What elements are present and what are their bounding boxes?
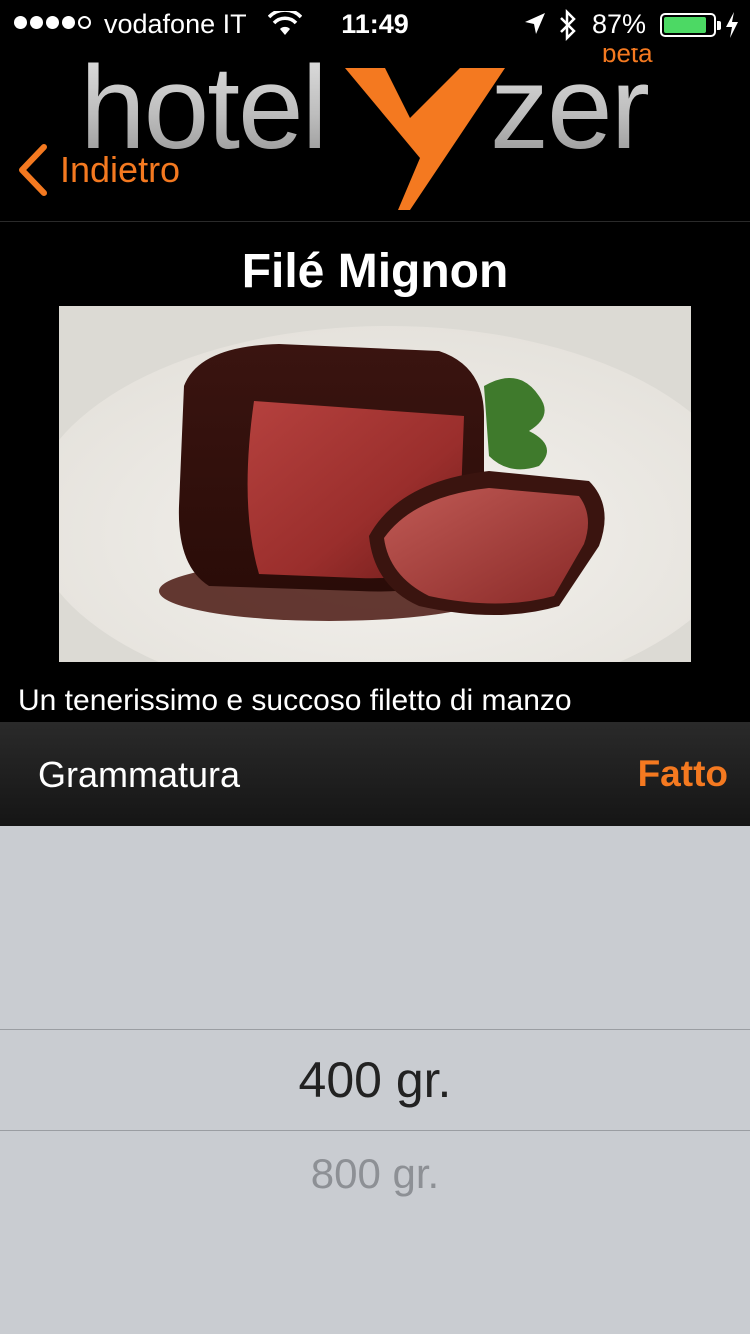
location-arrow-icon [525, 13, 545, 34]
battery-icon [660, 13, 716, 37]
dish-description: Un tenerissimo e succoso filetto di manz… [18, 684, 572, 717]
navigation-bar: hotel zer beta Indietro [0, 48, 750, 222]
back-button-label: Indietro [60, 149, 181, 190]
dish-title: Filé Mignon [241, 245, 509, 298]
weight-picker[interactable]: 400 gr. 800 gr. [0, 826, 750, 1334]
picker-selection-bottom-line [0, 1130, 750, 1131]
picker-option[interactable]: 800 gr. [0, 1144, 750, 1204]
dish-photo [59, 306, 691, 662]
bluetooth-icon [560, 9, 576, 41]
chevron-left-icon [19, 144, 47, 196]
status-bar: vodafone IT 11:49 87% [0, 0, 750, 48]
battery-tip [717, 21, 721, 30]
svg-text:beta: beta [602, 48, 653, 68]
done-button[interactable]: Fatto [638, 753, 728, 795]
picker-title: Grammatura [38, 754, 241, 795]
picker-selected-option[interactable]: 400 gr. [0, 1030, 750, 1130]
back-button[interactable]: Indietro [16, 144, 180, 196]
picker-toolbar: Grammatura Fatto [0, 722, 750, 826]
battery-percentage: 87% [592, 9, 647, 39]
charging-bolt-icon [726, 12, 738, 38]
